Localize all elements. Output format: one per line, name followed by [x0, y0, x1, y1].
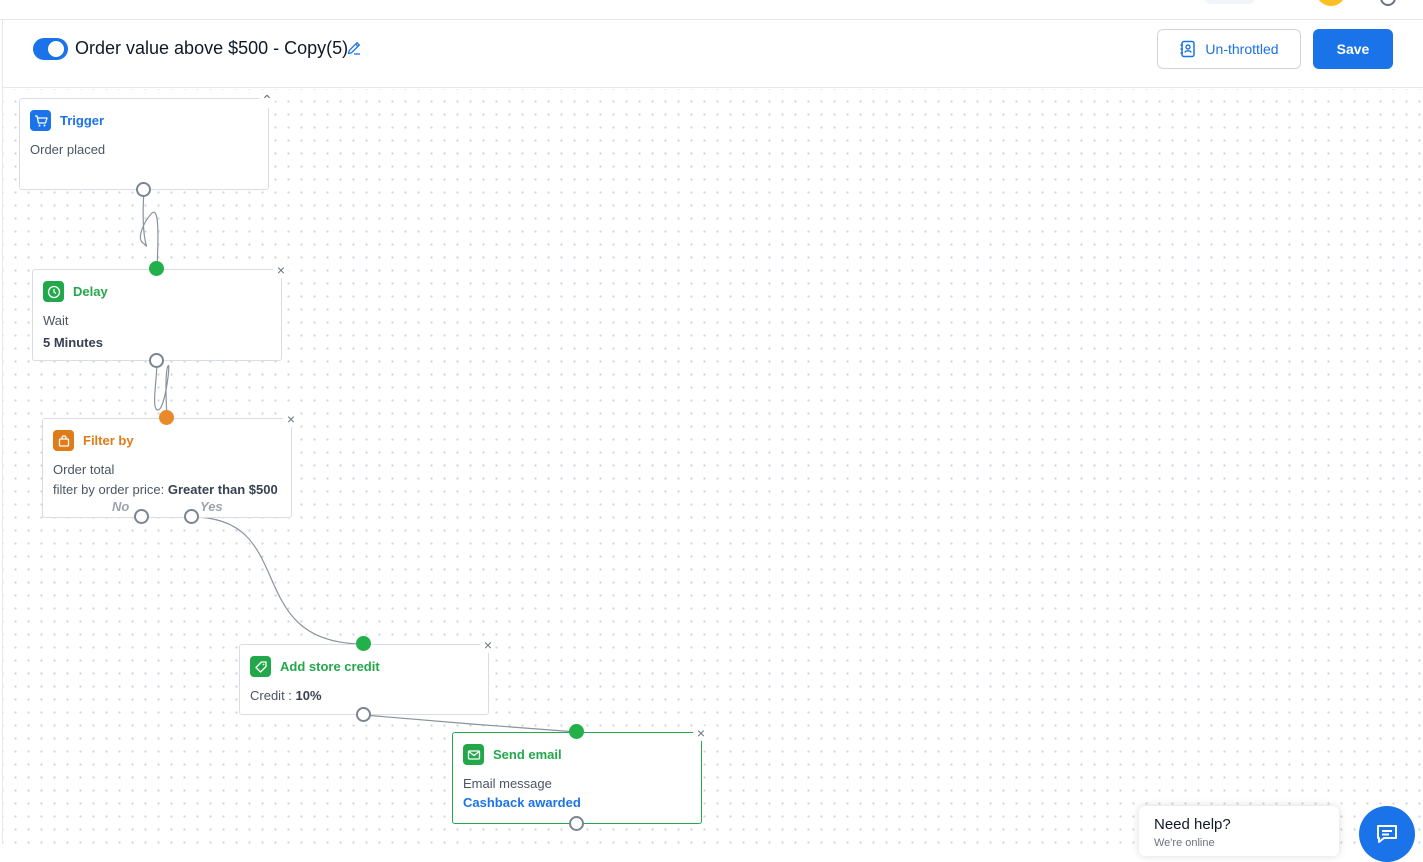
- send-email-close-icon[interactable]: ×: [693, 725, 709, 741]
- credit-prefix: Credit :: [250, 688, 292, 703]
- trigger-output-port[interactable]: [136, 182, 151, 197]
- settings-icon[interactable]: [1380, 0, 1396, 6]
- toggle-knob: [48, 41, 64, 57]
- delay-label: Wait: [43, 313, 69, 328]
- trigger-collapse-icon[interactable]: ⌃: [259, 92, 275, 108]
- pencil-edit-icon[interactable]: [346, 40, 362, 56]
- clock-icon: [43, 281, 64, 302]
- trigger-node[interactable]: Trigger Order placed: [19, 98, 269, 190]
- send-email-title: Send email: [493, 747, 562, 762]
- store-credit-close-icon[interactable]: ×: [480, 637, 496, 653]
- throttle-label: Un-throttled: [1205, 41, 1279, 57]
- filter-title: Filter by: [83, 433, 134, 448]
- throttle-button[interactable]: Un-throttled: [1157, 29, 1301, 69]
- filter-field: Order total: [53, 462, 115, 477]
- filter-condition: filter by order price: Greater than $500: [53, 482, 278, 497]
- cart-icon: [30, 110, 51, 131]
- store-credit-amount: Credit : 10%: [250, 688, 322, 703]
- trigger-title: Trigger: [60, 113, 105, 128]
- filter-close-icon[interactable]: ×: [283, 411, 299, 427]
- help-title: Need help?: [1154, 816, 1231, 833]
- store-credit-title: Add store credit: [280, 659, 380, 674]
- delay-close-icon[interactable]: ×: [273, 262, 289, 278]
- filter-input-port[interactable]: [159, 410, 174, 425]
- top-app-bar: [0, 0, 1423, 20]
- send-email-output-port[interactable]: [569, 816, 584, 831]
- delay-duration: 5 Minutes: [43, 335, 103, 350]
- credit-value: 10%: [295, 688, 322, 703]
- delay-output-port[interactable]: [149, 353, 164, 368]
- filter-node[interactable]: Filter by Order total filter by order pr…: [42, 418, 292, 518]
- filter-no-port[interactable]: [134, 509, 149, 524]
- filter-condition-prefix: filter by order price:: [53, 482, 165, 497]
- store-credit-node[interactable]: Add store credit Credit : 10%: [239, 644, 489, 715]
- delay-input-port[interactable]: [149, 261, 164, 276]
- branch-yes-label: Yes: [200, 499, 223, 514]
- workflow-enabled-toggle[interactable]: [33, 38, 68, 60]
- workflow-title: Order value above $500 - Copy(5): [75, 38, 349, 58]
- store-credit-output-port[interactable]: [356, 707, 371, 722]
- email-template-link[interactable]: Cashback awarded: [463, 795, 581, 810]
- save-button[interactable]: Save: [1313, 29, 1393, 69]
- chat-icon: [1377, 825, 1397, 843]
- mail-icon: [463, 744, 484, 765]
- delay-title: Delay: [73, 284, 108, 299]
- send-email-input-port[interactable]: [569, 724, 584, 739]
- email-label: Email message: [463, 776, 552, 791]
- filter-yes-port[interactable]: [184, 509, 199, 524]
- contact-book-icon: [1180, 40, 1196, 58]
- chat-launcher-button[interactable]: [1359, 806, 1415, 862]
- top-bar-pill[interactable]: [1205, 0, 1255, 4]
- delay-node[interactable]: Delay Wait 5 Minutes: [32, 269, 282, 361]
- trigger-event: Order placed: [30, 142, 106, 157]
- filter-condition-value: Greater than $500: [167, 482, 278, 497]
- help-card[interactable]: Need help? We're online: [1139, 806, 1339, 856]
- shopping-bag-icon: [53, 430, 74, 451]
- store-credit-input-port[interactable]: [356, 636, 371, 651]
- send-email-node[interactable]: Send email Email message Cashback awarde…: [452, 732, 702, 824]
- workflow-header: Order value above $500 - Copy(5) Un-thro…: [3, 21, 1423, 88]
- tag-icon: [250, 656, 271, 677]
- help-status: We're online: [1154, 837, 1215, 849]
- branch-no-label: No: [112, 499, 130, 514]
- user-avatar[interactable]: [1316, 0, 1346, 6]
